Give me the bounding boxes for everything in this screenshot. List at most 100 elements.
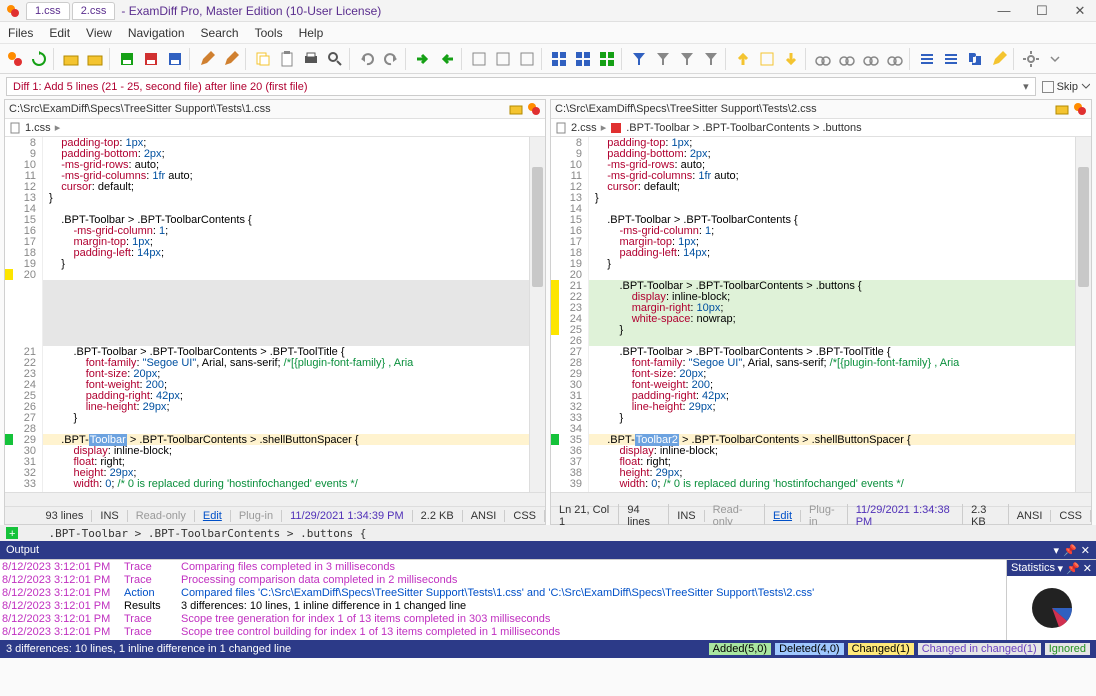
prev-diff-button[interactable]: [436, 48, 458, 70]
legend-changed-in-changed[interactable]: Changed in changed(1): [918, 643, 1041, 655]
edit-link[interactable]: Edit: [765, 510, 801, 522]
folder1-button[interactable]: [60, 48, 82, 70]
crumb-scope[interactable]: .BPT-Toolbar > .BPT-ToolbarContents > .b…: [626, 122, 861, 134]
filter2-button[interactable]: [652, 48, 674, 70]
left-path: C:\Src\ExamDiff\Specs\TreeSitter Support…: [9, 103, 271, 115]
pane3-button[interactable]: [516, 48, 538, 70]
grid3-button[interactable]: [596, 48, 618, 70]
doc-icon: [9, 122, 21, 134]
filter4-button[interactable]: [700, 48, 722, 70]
compare-button[interactable]: [4, 48, 26, 70]
legend-changed[interactable]: Changed(1): [848, 643, 914, 655]
left-pane: C:\Src\ExamDiff\Specs\TreeSitter Support…: [4, 99, 546, 525]
edit-link[interactable]: Edit: [195, 510, 231, 522]
settings-button[interactable]: [1020, 48, 1042, 70]
diff-message[interactable]: Diff 1: Add 5 lines (21 - 25, second fil…: [6, 77, 1036, 96]
left-status: 93 lines INS Read-only Edit Plug-in 11/2…: [5, 506, 545, 524]
zoom-button[interactable]: [324, 48, 346, 70]
right-gutter: 8910111213141516171819202122232425262728…: [559, 137, 589, 492]
menu-files[interactable]: Files: [8, 26, 33, 40]
folder-icon[interactable]: [509, 102, 523, 116]
save-red-button[interactable]: [140, 48, 162, 70]
left-scrollbar-v[interactable]: [529, 137, 545, 492]
find1-button[interactable]: [812, 48, 834, 70]
crumb-file[interactable]: 1.css: [25, 122, 51, 134]
legend-deleted[interactable]: Deleted(4,0): [775, 643, 844, 655]
menu-edit[interactable]: Edit: [49, 26, 70, 40]
find3-button[interactable]: [860, 48, 882, 70]
output-close-icon[interactable]: ✕: [1081, 544, 1090, 557]
filter3-button[interactable]: [676, 48, 698, 70]
skip-label: Skip: [1057, 81, 1078, 93]
dropdown-icon[interactable]: ▾: [1023, 80, 1029, 93]
page-button[interactable]: [756, 48, 778, 70]
menubar: Files Edit View Navigation Search Tools Help: [0, 22, 1096, 44]
folder2-button[interactable]: [84, 48, 106, 70]
file-icon[interactable]: [527, 102, 541, 116]
scope-icon: [610, 122, 622, 134]
save-button[interactable]: [116, 48, 138, 70]
menu-search[interactable]: Search: [201, 26, 239, 40]
next-diff-button[interactable]: [412, 48, 434, 70]
toolbar: [0, 44, 1096, 74]
find2-button[interactable]: [836, 48, 858, 70]
down-button[interactable]: [780, 48, 802, 70]
menu-tools[interactable]: Tools: [255, 26, 283, 40]
output-pin-icon[interactable]: 📌: [1063, 544, 1077, 557]
window-tab-2[interactable]: 2.css: [72, 2, 116, 20]
log-row: 8/12/2023 3:12:01 PMTraceProcessing comp…: [2, 574, 1004, 587]
list-button[interactable]: [916, 48, 938, 70]
grid2-button[interactable]: [572, 48, 594, 70]
pane1-button[interactable]: [468, 48, 490, 70]
log-row: 8/12/2023 3:12:01 PMTraceScope tree cont…: [2, 626, 1004, 639]
save-all-button[interactable]: [164, 48, 186, 70]
edit2-button[interactable]: [220, 48, 242, 70]
find4-button[interactable]: [884, 48, 906, 70]
maximize-button[interactable]: ☐: [1032, 3, 1052, 19]
clipboard-button[interactable]: [276, 48, 298, 70]
file-icon[interactable]: [1073, 102, 1087, 116]
output-log[interactable]: 8/12/2023 3:12:01 PMTraceComparing files…: [0, 560, 1006, 640]
output-dropdown-icon[interactable]: ▾: [1054, 544, 1060, 557]
crumb-file[interactable]: 2.css: [571, 122, 597, 134]
right-path: C:\Src\ExamDiff\Specs\TreeSitter Support…: [555, 103, 817, 115]
close-button[interactable]: ✕: [1070, 3, 1090, 19]
svg-text:+: +: [9, 528, 15, 539]
print-button[interactable]: [300, 48, 322, 70]
left-source[interactable]: padding-top: 1px; padding-bottom: 2px; -…: [43, 137, 529, 492]
up-button[interactable]: [732, 48, 754, 70]
menu-navigation[interactable]: Navigation: [128, 26, 185, 40]
undo-button[interactable]: [356, 48, 378, 70]
puzzle-button[interactable]: [964, 48, 986, 70]
menu-help[interactable]: Help: [299, 26, 324, 40]
edit1-button[interactable]: [196, 48, 218, 70]
legend-ignored[interactable]: Ignored: [1045, 643, 1090, 655]
doc-icon: [555, 122, 567, 134]
skip-checkbox[interactable]: [1042, 81, 1054, 93]
mid-diff-bar: + .BPT-Toolbar > .BPT-ToolbarContents > …: [0, 525, 1096, 541]
folder-icon[interactable]: [1055, 102, 1069, 116]
left-scrollbar-h[interactable]: [5, 492, 545, 506]
menu-view[interactable]: View: [86, 26, 112, 40]
copy-button[interactable]: [252, 48, 274, 70]
diff-bar: Diff 1: Add 5 lines (21 - 25, second fil…: [0, 74, 1096, 99]
skip-dropdown-icon[interactable]: [1081, 82, 1090, 91]
statusbar: 3 differences: 10 lines, 1 inline differ…: [0, 640, 1096, 658]
pane2-button[interactable]: [492, 48, 514, 70]
align-button[interactable]: [940, 48, 962, 70]
refresh-button[interactable]: [28, 48, 50, 70]
highlight-button[interactable]: [988, 48, 1010, 70]
legend-added[interactable]: Added(5,0): [709, 643, 771, 655]
dd-button[interactable]: [1044, 48, 1066, 70]
right-source[interactable]: padding-top: 1px; padding-bottom: 2px; -…: [589, 137, 1075, 492]
filter1-button[interactable]: [628, 48, 650, 70]
minimize-button[interactable]: —: [994, 3, 1014, 19]
diff-add-icon: +: [6, 527, 18, 539]
app-icon: [6, 4, 20, 18]
window-tab-1[interactable]: 1.css: [26, 2, 70, 20]
stats-panel: Statistics ▾ 📌 ✕: [1006, 560, 1096, 640]
redo-button[interactable]: [380, 48, 402, 70]
right-scrollbar-v[interactable]: [1075, 137, 1091, 492]
grid1-button[interactable]: [548, 48, 570, 70]
right-status: Ln 21, Col 1 94 lines INS Read-only Edit…: [551, 506, 1091, 524]
